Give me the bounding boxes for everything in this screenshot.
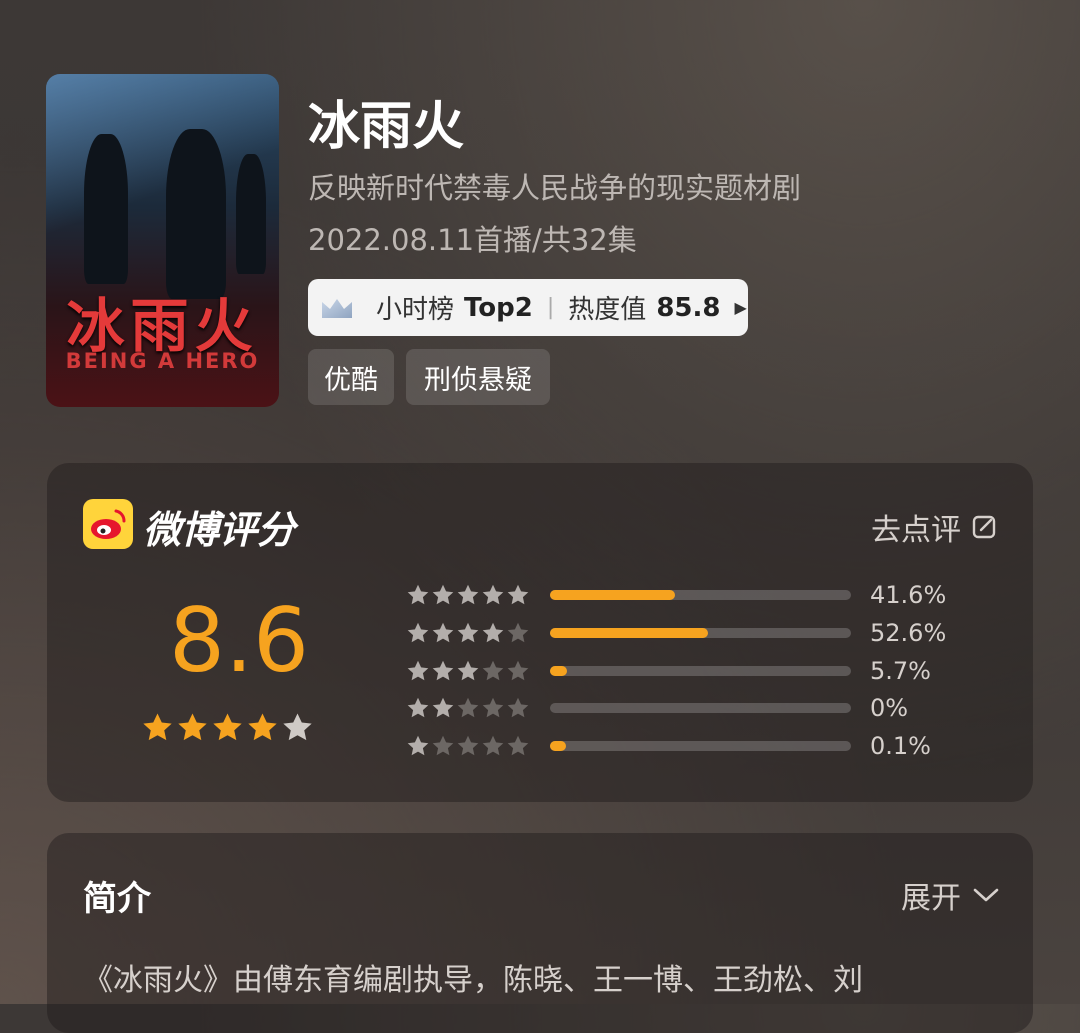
rating-bar-fill	[550, 590, 676, 600]
expand-label: 展开	[901, 881, 961, 916]
star-filled-icon	[457, 660, 479, 681]
expand-button[interactable]: 展开	[901, 873, 999, 917]
star-empty-icon	[482, 697, 504, 718]
show-description: 反映新时代禁毒人民战争的现实题材剧	[308, 171, 802, 205]
star-filled-icon	[432, 622, 454, 643]
rating-percent: 5.7%	[870, 657, 931, 685]
rating-bar-track	[550, 703, 851, 713]
poster-figure-left	[84, 134, 128, 284]
external-link-icon	[972, 515, 996, 539]
go-rate-link[interactable]: 去点评	[871, 505, 997, 549]
heat-value: 85.8	[656, 292, 721, 323]
intro-card: 简介 展开 《冰雨火》由傅东育编剧执导，陈晓、王一博、王劲松、刘	[47, 833, 1033, 1033]
star-filled-icon	[482, 622, 504, 643]
poster-title-en: BEING A HERO	[65, 349, 260, 373]
star-empty-icon	[283, 713, 312, 741]
rating-row-stars	[406, 659, 550, 683]
rating-row-2-star: 0%	[406, 694, 908, 722]
star-filled-icon	[457, 584, 479, 605]
star-empty-icon	[482, 735, 504, 756]
star-filled-icon	[482, 584, 504, 605]
crown-icon	[322, 298, 352, 318]
star-filled-icon	[213, 713, 242, 741]
rating-brand-title: 微博评分	[143, 508, 296, 552]
tag-genre[interactable]: 刑侦悬疑	[406, 349, 550, 405]
weibo-logo-icon	[83, 499, 133, 549]
rating-bar-fill	[550, 741, 566, 751]
rating-percent: 0%	[870, 694, 909, 722]
tag-platform[interactable]: 优酷	[308, 349, 394, 405]
rating-bar-fill	[550, 666, 568, 676]
rank-position: Top2	[464, 292, 533, 323]
star-empty-icon	[507, 735, 529, 756]
rating-row-stars	[406, 734, 550, 758]
star-filled-icon	[407, 735, 429, 756]
chevron-right-icon: ▶	[734, 298, 747, 317]
star-filled-icon	[432, 584, 454, 605]
star-filled-icon	[178, 713, 207, 741]
star-filled-icon	[143, 713, 172, 741]
score-stars	[141, 711, 314, 744]
poster-figure-right	[236, 154, 266, 274]
star-empty-icon	[507, 697, 529, 718]
chevron-down-icon	[973, 888, 999, 902]
intro-title: 简介	[83, 879, 151, 919]
rating-score: 8.6	[169, 589, 309, 692]
star-filled-icon	[507, 584, 529, 605]
rating-bar-track	[550, 628, 851, 638]
star-empty-icon	[507, 660, 529, 681]
star-empty-icon	[457, 735, 479, 756]
rating-row-stars	[406, 696, 550, 720]
go-rate-label: 去点评	[871, 513, 961, 548]
rating-row-5-star: 41.6%	[406, 581, 946, 609]
star-filled-icon	[432, 660, 454, 681]
rating-card: 微博评分 去点评 8.6 41.6% 52.6% 5.7% 0% 0.1%	[47, 463, 1033, 802]
poster-figure-center	[166, 129, 226, 299]
rating-percent: 0.1%	[870, 732, 931, 760]
rating-percent: 41.6%	[870, 581, 947, 609]
rating-row-1-star: 0.1%	[406, 732, 931, 760]
star-filled-icon	[407, 622, 429, 643]
star-filled-icon	[407, 697, 429, 718]
star-empty-icon	[482, 660, 504, 681]
rating-percent: 52.6%	[870, 619, 947, 647]
star-filled-icon	[407, 584, 429, 605]
star-filled-icon	[407, 660, 429, 681]
show-title: 冰雨火	[308, 97, 465, 157]
show-premiere-info: 2022.08.11首播/共32集	[308, 223, 637, 257]
star-filled-icon	[457, 622, 479, 643]
rating-bar-fill	[550, 628, 709, 638]
intro-text: 《冰雨火》由傅东育编剧执导，陈晓、王一博、王劲松、刘	[83, 963, 863, 998]
rating-bar-track	[550, 590, 851, 600]
rating-row-4-star: 52.6%	[406, 619, 946, 647]
rating-row-stars	[406, 621, 550, 645]
star-filled-icon	[432, 697, 454, 718]
star-empty-icon	[507, 622, 529, 643]
rating-bar-track	[550, 741, 851, 751]
rank-board-label: 小时榜	[376, 295, 455, 325]
rating-row-stars	[406, 583, 550, 607]
star-empty-icon	[457, 697, 479, 718]
heat-label: 热度值	[568, 295, 647, 325]
rating-row-3-star: 5.7%	[406, 657, 931, 685]
star-filled-icon	[248, 713, 277, 741]
hot-rank-pill[interactable]: 小时榜 Top2 | 热度值 85.8 ▶	[308, 279, 748, 336]
show-poster[interactable]: 冰雨火 BEING A HERO	[46, 74, 279, 407]
star-empty-icon	[432, 735, 454, 756]
rank-separator: |	[546, 295, 555, 320]
rating-bar-track	[550, 666, 851, 676]
